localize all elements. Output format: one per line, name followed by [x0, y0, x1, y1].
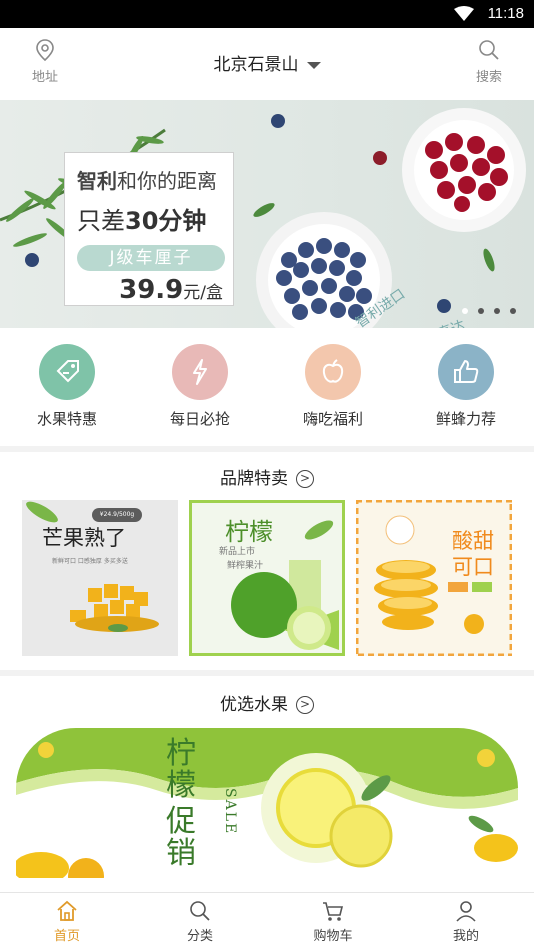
location-text: 北京石景山 — [213, 55, 299, 75]
quick-entry-fruit-deals[interactable]: 水果特惠 — [12, 344, 122, 429]
quick-entry-snack-perks[interactable]: 嗨吃福利 — [278, 344, 388, 429]
promo-card: 智利和你的距离 只差30分钟 J级车厘子 39.9元/盒 — [64, 152, 234, 306]
status-bar: 11:18 — [0, 0, 534, 28]
mango-title: 芒果熟了 — [42, 526, 126, 550]
select-section-header[interactable]: 优选水果 > — [0, 690, 534, 715]
selected-fruit-section: 优选水果 > 柠檬 促销 SALE — [0, 676, 534, 892]
quick-entry-label: 嗨吃福利 — [302, 410, 363, 428]
tab-home[interactable]: 首页 — [22, 899, 112, 944]
tab-label: 我的 — [452, 929, 479, 944]
select-section-title: 优选水果 — [220, 695, 288, 715]
carousel-dots — [462, 308, 516, 314]
brand-section-title: 品牌特卖 — [220, 469, 288, 489]
home-icon — [57, 900, 77, 921]
quick-entry-label: 水果特惠 — [36, 410, 97, 428]
quick-entry-daily-grab[interactable]: 每日必抢 — [145, 344, 255, 429]
lime-sub2: 鲜榨果汁 — [227, 561, 264, 571]
lime-sub: 新品上市 — [219, 547, 256, 557]
quick-entry-label: 每日必抢 — [169, 410, 230, 428]
mango-sub: 新鲜可口 口感独厚 多买多送 — [52, 558, 128, 565]
promo-line2-bold: 30分钟 — [125, 207, 207, 235]
brand-product-orange[interactable]: 酸甜可口 — [356, 500, 512, 656]
orange-title: 酸甜可口 — [452, 529, 494, 579]
thumbs-up-icon — [438, 344, 494, 400]
brand-sale-section: 品牌特卖 > 芒果熟了 ¥24.9/500g 新鲜可口 口感独厚 多买多送 柠檬… — [0, 452, 534, 670]
lemon-en: SALE — [222, 788, 238, 836]
tab-label: 购物车 — [313, 929, 353, 944]
promo-line2-pre: 只差 — [77, 207, 125, 235]
carousel-dot[interactable] — [462, 308, 468, 314]
promo-line2: 只差30分钟 — [77, 201, 206, 236]
lightning-icon — [172, 344, 228, 400]
status-time: 11:18 — [487, 5, 524, 22]
promo-line1-bold: 智利 — [77, 169, 117, 193]
promo-price-unit: 元/盒 — [183, 283, 223, 303]
apple-icon — [305, 344, 361, 400]
lemon-promo-image — [16, 728, 518, 878]
chevron-right-icon: > — [296, 470, 314, 488]
promo-line1: 智利和你的距离 — [77, 165, 217, 194]
bottom-tab-bar: 首页 分类 购物车 我的 — [0, 892, 534, 949]
promo-price-value: 39.9 — [119, 275, 184, 305]
brand-product-mango[interactable]: 芒果熟了 ¥24.9/500g 新鲜可口 口感独厚 多买多送 — [22, 500, 178, 656]
carousel-dot[interactable] — [510, 308, 516, 314]
lemon-title2: 促销 — [166, 804, 196, 871]
tag-icon — [39, 344, 95, 400]
promo-line1-rest: 和你的距离 — [117, 169, 217, 193]
promo-banner[interactable]: 智利和你的距离 只差30分钟 J级车厘子 39.9元/盒 智利进口 新鲜直达 — [0, 100, 534, 328]
tab-mine[interactable]: 我的 — [421, 899, 511, 944]
quick-entries: 水果特惠 每日必抢 嗨吃福利 鲜蜂力荐 — [0, 328, 534, 446]
top-header: 地址 北京石景山 搜索 — [0, 28, 534, 100]
lime-title: 柠檬 — [225, 518, 273, 546]
promo-pill: J级车厘子 — [77, 245, 225, 271]
cart-icon — [323, 902, 344, 921]
tab-label: 分类 — [186, 929, 213, 944]
wifi-icon — [454, 6, 474, 21]
lemon-title1: 柠檬 — [166, 736, 196, 803]
user-icon — [456, 901, 476, 922]
promo-price: 39.9元/盒 — [119, 275, 223, 305]
tab-category[interactable]: 分类 — [155, 899, 245, 944]
search-label: 搜索 — [475, 70, 502, 85]
carousel-dot[interactable] — [494, 308, 500, 314]
search-button[interactable]: 搜索 — [459, 38, 519, 85]
search-icon — [190, 901, 210, 921]
lemon-promo-banner[interactable]: 柠檬 促销 SALE — [16, 728, 518, 878]
tab-cart[interactable]: 购物车 — [288, 899, 378, 944]
quick-entry-recommend[interactable]: 鲜蜂力荐 — [411, 344, 521, 429]
mango-tag: ¥24.9/500g — [99, 511, 135, 518]
quick-entry-label: 鲜蜂力荐 — [435, 410, 496, 428]
brand-product-lime[interactable]: 柠檬 新品上市 鲜榨果汁 — [189, 500, 345, 656]
tab-label: 首页 — [53, 929, 80, 944]
carousel-dot[interactable] — [478, 308, 484, 314]
chevron-right-icon: > — [296, 696, 314, 714]
search-icon — [479, 40, 499, 60]
location-selector[interactable]: 北京石景山 — [0, 50, 534, 75]
brand-section-header[interactable]: 品牌特卖 > — [0, 464, 534, 489]
chevron-down-icon — [306, 61, 321, 69]
